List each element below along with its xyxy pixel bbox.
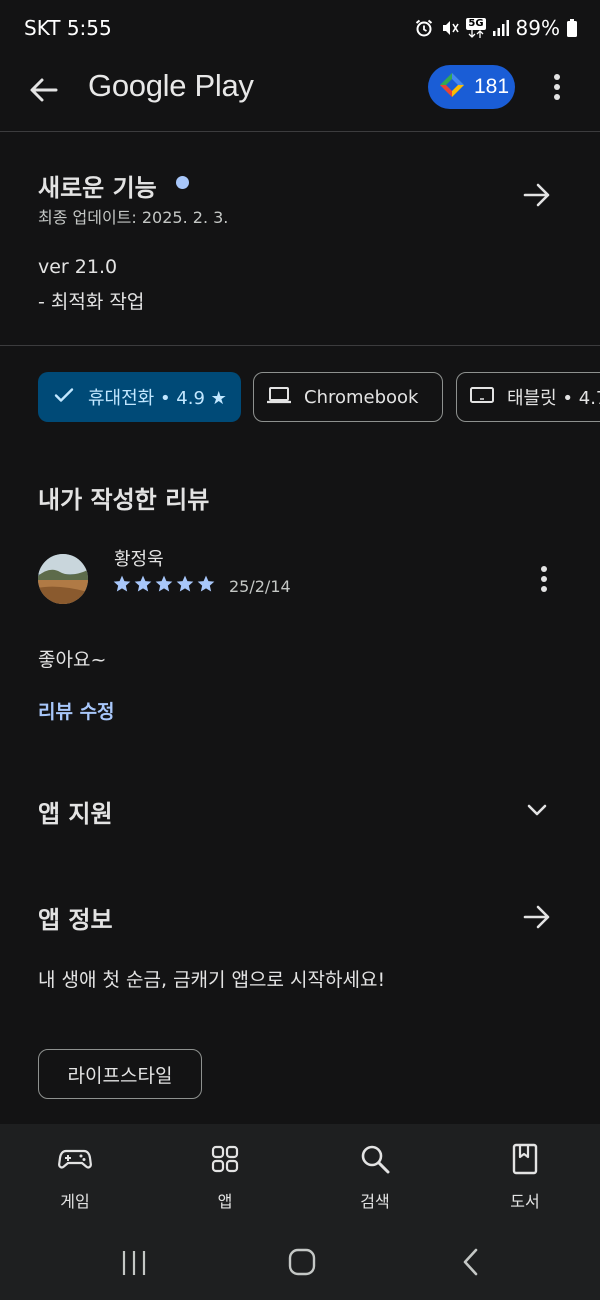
system-navigation-bar: [0, 1230, 600, 1300]
device-chip-phone[interactable]: 휴대전화 • 4.9 ★: [38, 372, 241, 422]
nav-label: 앱: [217, 1192, 233, 1211]
app-bar: Google Play 181: [0, 56, 600, 132]
arrow-right-icon[interactable]: [520, 900, 554, 934]
device-chip-label: Chromebook: [304, 386, 419, 408]
nav-label: 도서: [510, 1192, 540, 1211]
battery-percent: 89%: [515, 16, 560, 40]
device-chip-chromebook[interactable]: Chromebook: [253, 372, 443, 422]
category-chip[interactable]: 라이프스타일: [38, 1049, 202, 1099]
whats-new-section[interactable]: 새로운 기능 최종 업데이트: 2025. 2. 3. ver 21.0 - 최…: [0, 132, 600, 346]
search-icon: [358, 1142, 392, 1176]
review-text: 좋아요~: [38, 649, 107, 671]
device-chip-label: 휴대전화 • 4.9 ★: [88, 388, 227, 409]
tablet-icon: [469, 383, 495, 412]
version-text: ver 21.0: [38, 256, 118, 278]
star-icon: [155, 575, 173, 592]
edit-review-link[interactable]: 리뷰 수정: [38, 697, 115, 724]
nav-games[interactable]: 게임: [15, 1142, 135, 1214]
star-icon: [134, 575, 152, 592]
status-carrier-time: SKT 5:55: [24, 16, 112, 40]
app-support-title[interactable]: 앱 지원: [38, 794, 113, 829]
app-title: Google Play: [88, 68, 254, 103]
arrow-right-icon[interactable]: [520, 178, 554, 212]
star-icon: [176, 575, 194, 592]
nav-label: 게임: [60, 1192, 90, 1211]
my-review-title: 내가 작성한 리뷰: [38, 486, 210, 514]
reviewer-name: 황정욱: [114, 549, 164, 570]
app-description: 내 생애 첫 순금, 금캐기 앱으로 시작하세요!: [38, 969, 386, 991]
nav-label: 검색: [360, 1192, 390, 1211]
category-label: 라이프스타일: [67, 1064, 173, 1087]
nav-search[interactable]: 검색: [315, 1142, 435, 1214]
check-icon: [52, 383, 76, 412]
play-points-button[interactable]: 181: [428, 65, 515, 109]
back-arrow-icon[interactable]: [26, 72, 62, 108]
device-chip-tablet[interactable]: 태블릿 • 4.7: [456, 372, 600, 422]
home-icon[interactable]: [286, 1246, 318, 1282]
alarm-icon: [414, 18, 434, 38]
release-note: - 최적화 작업: [38, 291, 145, 313]
chevron-down-icon[interactable]: [520, 793, 554, 827]
bottom-navigation: 게임 앱 검색 도서: [0, 1124, 600, 1230]
book-icon: [508, 1142, 542, 1176]
status-icons: 5G 89%: [414, 16, 578, 40]
star-rating: [112, 574, 216, 594]
last-updated-date: 최종 업데이트: 2025. 2. 3.: [38, 208, 229, 227]
more-vert-icon[interactable]: [545, 70, 569, 104]
network-badge: 5G: [466, 18, 486, 30]
star-icon: [197, 575, 215, 592]
review-date: 25/2/14: [229, 577, 291, 596]
points-value: 181: [474, 75, 510, 98]
star-icon: [113, 575, 131, 592]
battery-icon: [566, 18, 578, 38]
review-more-vert-icon[interactable]: [532, 562, 556, 596]
avatar: [38, 554, 88, 604]
signal-icon: [492, 19, 510, 37]
network-icon: 5G: [466, 18, 486, 38]
device-chip-label: 태블릿 • 4.7: [507, 388, 600, 409]
gamepad-icon: [58, 1142, 92, 1176]
recent-apps-icon[interactable]: [118, 1248, 150, 1282]
system-back-icon[interactable]: [456, 1246, 486, 1282]
laptop-icon: [266, 383, 292, 412]
app-info-title[interactable]: 앱 정보: [38, 900, 113, 935]
nav-books[interactable]: 도서: [465, 1142, 585, 1214]
whats-new-title: 새로운 기능: [38, 174, 157, 202]
apps-grid-icon: [208, 1142, 242, 1176]
new-indicator-dot: [176, 176, 189, 189]
play-points-icon: [438, 71, 466, 103]
nav-apps[interactable]: 앱: [165, 1142, 285, 1214]
status-bar: SKT 5:55 5G 89%: [0, 0, 600, 56]
mute-icon: [440, 18, 460, 38]
